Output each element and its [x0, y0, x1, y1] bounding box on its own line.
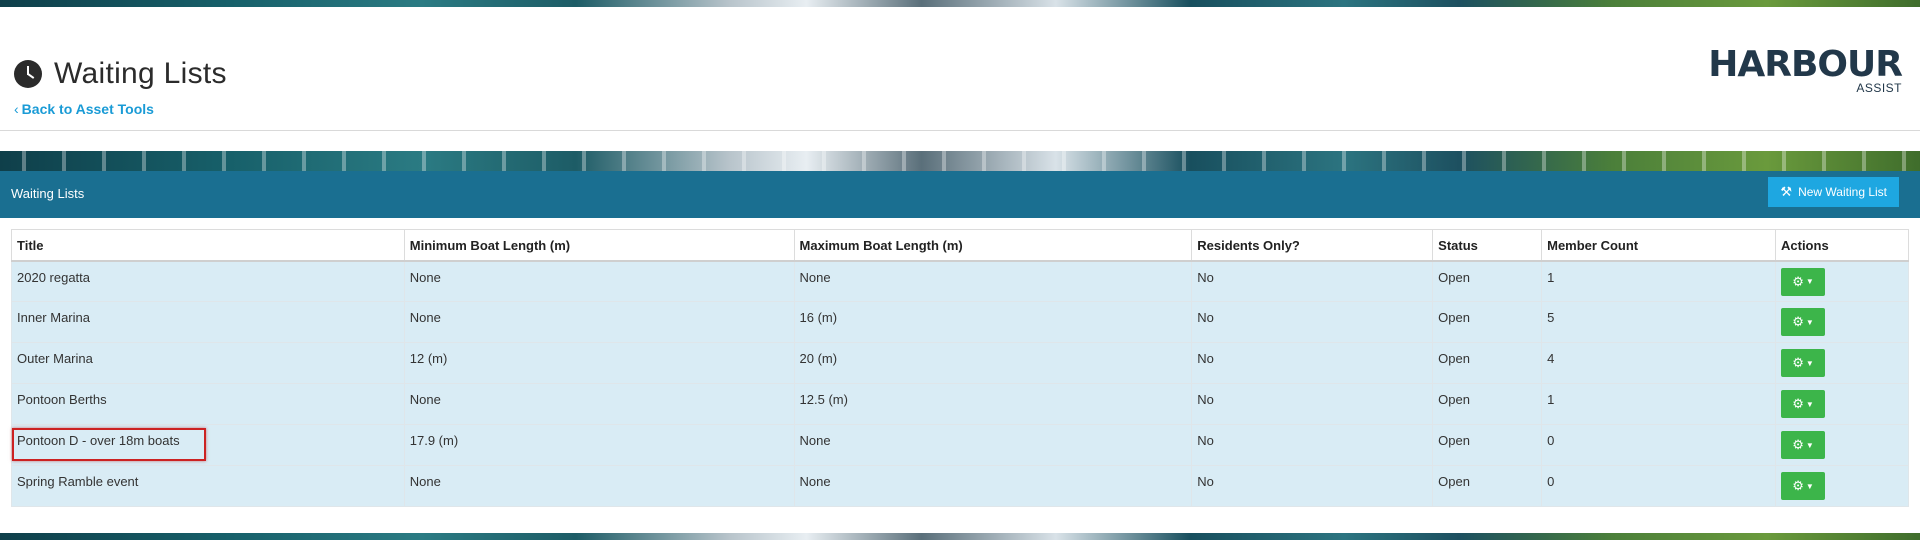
harbour-assist-logo: HARBOUR ASSIST	[1708, 44, 1903, 95]
page-header: Waiting Lists ‹ Back to Asset Tools HARB…	[0, 7, 1920, 131]
cell-min-length: 12 (m)	[403, 342, 795, 384]
page-title: Waiting Lists	[54, 57, 227, 90]
cell-status: Open	[1432, 342, 1543, 384]
waiting-lists-table: Title Minimum Boat Length (m) Maximum Bo…	[11, 229, 1909, 507]
magic-wand-icon: ⚒	[1780, 184, 1793, 199]
cell-actions: ⚙ ▼	[1775, 465, 1909, 507]
cell-title: Inner Marina	[11, 301, 405, 343]
gear-icon: ⚙	[1792, 355, 1804, 370]
column-header-status[interactable]: Status	[1432, 229, 1543, 262]
caret-down-icon: ▼	[1805, 440, 1814, 450]
cell-member-count: 0	[1541, 424, 1776, 466]
panel-header: Waiting Lists ⚒ New Waiting List	[0, 171, 1920, 218]
column-header-title[interactable]: Title	[11, 229, 405, 262]
cell-residents-only: No	[1191, 342, 1434, 384]
new-waiting-list-button[interactable]: ⚒ New Waiting List	[1768, 177, 1899, 207]
panel-body: Title Minimum Boat Length (m) Maximum Bo…	[0, 218, 1920, 533]
cell-status: Open	[1432, 301, 1543, 343]
table-row: Spring Ramble event None None No Open 0 …	[11, 465, 1909, 507]
new-waiting-list-label: New Waiting List	[1798, 185, 1887, 199]
page-title-row: Waiting Lists	[14, 57, 227, 91]
boats-decoration	[0, 151, 1920, 171]
cell-max-length: 12.5 (m)	[793, 383, 1193, 425]
cell-max-length: None	[793, 260, 1193, 302]
cell-title: 2020 regatta	[11, 260, 405, 302]
gear-icon: ⚙	[1792, 273, 1804, 289]
row-actions-button[interactable]: ⚙ ▼	[1781, 431, 1825, 459]
cell-member-count: 5	[1541, 301, 1776, 343]
gear-icon: ⚙	[1792, 437, 1804, 452]
clock-icon	[14, 60, 42, 88]
column-header-min-length[interactable]: Minimum Boat Length (m)	[403, 229, 795, 262]
cell-residents-only: No	[1191, 301, 1434, 343]
row-actions-button[interactable]: ⚙ ▼	[1781, 308, 1825, 336]
row-actions-button[interactable]: ⚙ ▼	[1781, 390, 1825, 418]
caret-down-icon: ▼	[1805, 399, 1814, 409]
panel-title: Waiting Lists	[11, 186, 85, 201]
cell-title: Outer Marina	[11, 342, 405, 384]
back-link-label: Back to Asset Tools	[21, 101, 154, 117]
cell-member-count: 0	[1541, 465, 1776, 507]
column-header-max-length[interactable]: Maximum Boat Length (m)	[793, 229, 1193, 262]
cell-max-length: 20 (m)	[793, 342, 1193, 384]
caret-down-icon: ▼	[1805, 317, 1814, 327]
cell-min-length: 17.9 (m)	[403, 424, 795, 466]
chevron-left-icon: ‹	[14, 101, 19, 117]
cell-max-length: None	[793, 465, 1193, 507]
cell-max-length: None	[793, 424, 1193, 466]
column-header-residents-only[interactable]: Residents Only?	[1191, 229, 1434, 262]
cell-actions: ⚙ ▼	[1775, 260, 1909, 302]
gear-icon: ⚙	[1792, 396, 1804, 411]
caret-down-icon: ▼	[1805, 277, 1814, 286]
cell-member-count: 1	[1541, 383, 1776, 425]
caret-down-icon: ▼	[1805, 358, 1814, 368]
table-row: Pontoon D - over 18m boats 17.9 (m) None…	[11, 424, 1909, 466]
cell-residents-only: No	[1191, 465, 1434, 507]
back-to-asset-tools-link[interactable]: ‹ Back to Asset Tools	[14, 101, 154, 117]
table-row: Inner Marina None 16 (m) No Open 5 ⚙ ▼	[11, 301, 1909, 343]
cell-title: Spring Ramble event	[11, 465, 405, 507]
cell-min-length: None	[403, 383, 795, 425]
cell-max-length: 16 (m)	[793, 301, 1193, 343]
cell-status: Open	[1432, 383, 1543, 425]
table-row: Pontoon Berths None 12.5 (m) No Open 1 ⚙…	[11, 383, 1909, 425]
cell-member-count: 1	[1541, 260, 1776, 302]
cell-actions: ⚙ ▼	[1775, 424, 1909, 466]
row-actions-button[interactable]: ⚙ ▼	[1781, 349, 1825, 377]
gear-icon: ⚙	[1792, 314, 1804, 329]
table-row: Outer Marina 12 (m) 20 (m) No Open 4 ⚙ ▼	[11, 342, 1909, 384]
cell-residents-only: No	[1191, 260, 1434, 302]
cell-residents-only: No	[1191, 424, 1434, 466]
gear-icon: ⚙	[1792, 478, 1804, 493]
cell-actions: ⚙ ▼	[1775, 301, 1909, 343]
cell-min-length: None	[403, 260, 795, 302]
cell-title: Pontoon D - over 18m boats	[11, 424, 405, 466]
cell-actions: ⚙ ▼	[1775, 383, 1909, 425]
cell-member-count: 4	[1541, 342, 1776, 384]
cell-status: Open	[1432, 465, 1543, 507]
header-banner-image	[0, 0, 1920, 7]
cell-residents-only: No	[1191, 383, 1434, 425]
caret-down-icon: ▼	[1805, 481, 1814, 491]
cell-title: Pontoon Berths	[11, 383, 405, 425]
header-divider	[0, 130, 1920, 131]
table-header-row: Title Minimum Boat Length (m) Maximum Bo…	[11, 229, 1909, 262]
cell-status: Open	[1432, 424, 1543, 466]
table-row: 2020 regatta None None No Open 1 ⚙ ▼	[11, 260, 1909, 302]
footer-banner-image	[0, 533, 1920, 540]
cell-actions: ⚙ ▼	[1775, 342, 1909, 384]
column-header-member-count[interactable]: Member Count	[1541, 229, 1776, 262]
row-actions-button[interactable]: ⚙ ▼	[1781, 267, 1825, 296]
row-actions-button[interactable]: ⚙ ▼	[1781, 472, 1825, 500]
cell-min-length: None	[403, 465, 795, 507]
column-header-actions: Actions	[1775, 229, 1909, 262]
cell-status: Open	[1432, 260, 1543, 302]
logo-main-text: HARBOUR	[1708, 44, 1903, 85]
cell-min-length: None	[403, 301, 795, 343]
